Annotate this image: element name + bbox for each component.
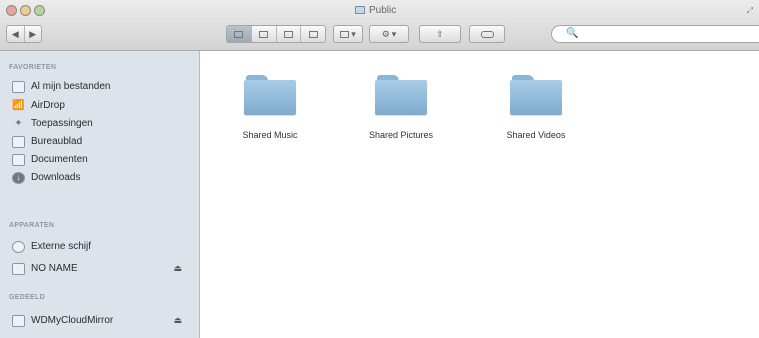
sidebar-item-label: AirDrop (31, 100, 65, 111)
sidebar-item-label: Downloads (31, 172, 81, 183)
chevron-down-icon: ▾ (391, 28, 397, 39)
sidebar-item-label: Externe schijf (31, 241, 92, 252)
folder-item[interactable]: Shared Videos (476, 69, 596, 149)
eject-icon[interactable]: ⏏ (173, 263, 182, 274)
folder-icon (510, 75, 562, 115)
disk-icon (12, 240, 25, 253)
back-forward-control: ◀ ▶ (6, 25, 42, 43)
window-title-text: Public (369, 4, 397, 16)
arrange-icon (340, 30, 350, 38)
folder-item[interactable]: Shared Music (210, 69, 330, 149)
action-button[interactable]: ⚙ ▾ (369, 25, 409, 43)
share-icon: ⇧ (436, 28, 444, 39)
sidebar-item-no-name[interactable]: NO NAME ⏏ (8, 260, 194, 277)
view-switcher (226, 25, 326, 43)
folder-icon (244, 75, 296, 115)
column-view-icon (283, 30, 293, 38)
sidebar-item-label: Documenten (31, 154, 88, 165)
list-view-button[interactable] (252, 26, 277, 42)
sidebar-item-label: Toepassingen (31, 118, 93, 129)
sidebar-item-label: Al mijn bestanden (31, 81, 111, 92)
sidebar-item-documents[interactable]: Documenten (8, 151, 194, 168)
folder-name: Shared Pictures (368, 130, 434, 140)
eject-icon[interactable]: ⏏ (173, 315, 182, 326)
coverflow-view-button[interactable] (301, 26, 325, 42)
share-button[interactable]: ⇧ (419, 25, 461, 43)
sidebar-section-shared: GEDEELD (9, 294, 45, 301)
file-browser: Shared Music Shared Pictures Shared Vide… (200, 51, 759, 338)
arrange-button[interactable]: ▾ (333, 25, 363, 43)
drive-icon (12, 262, 25, 275)
forward-arrow-icon: ▶ (29, 28, 37, 39)
folder-icon (375, 75, 427, 115)
coverflow-view-icon (308, 30, 318, 38)
edit-tags-button[interactable] (469, 25, 505, 43)
folder-item[interactable]: Shared Pictures (341, 69, 461, 149)
documents-icon (12, 153, 25, 166)
icon-view-icon (234, 30, 244, 38)
downloads-icon: ↓ (12, 171, 25, 184)
sidebar: FAVORIETEN Al mijn bestanden 📶 AirDrop ✦… (0, 51, 200, 338)
sidebar-item-desktop[interactable]: Bureaublad (8, 133, 194, 150)
folder-name: Shared Music (242, 130, 298, 140)
sidebar-item-wdmycloudmirror[interactable]: WDMyCloudMirror ⏏ (8, 312, 194, 329)
sidebar-item-label: Bureaublad (31, 136, 83, 147)
back-arrow-icon: ◀ (11, 28, 19, 39)
search-icon: 🔍 (566, 28, 579, 39)
gear-icon: ⚙ (381, 28, 390, 39)
search-input[interactable] (580, 27, 754, 43)
sidebar-section-devices: APPARATEN (9, 222, 55, 229)
tag-icon (480, 30, 494, 38)
sidebar-item-downloads[interactable]: ↓ Downloads (8, 169, 194, 186)
forward-button[interactable]: ▶ (25, 26, 42, 42)
minimize-button[interactable] (20, 5, 31, 16)
folder-icon (355, 6, 365, 14)
sidebar-section-favorites: FAVORIETEN (9, 64, 57, 71)
sidebar-item-external-disk[interactable]: Externe schijf (8, 238, 194, 255)
sidebar-item-airdrop[interactable]: 📶 AirDrop (8, 97, 194, 114)
airdrop-icon: 📶 (12, 100, 25, 111)
network-drive-icon (12, 314, 25, 327)
fullscreen-icon[interactable]: ⤢ (747, 6, 753, 16)
sidebar-item-all-my-files[interactable]: Al mijn bestanden (8, 78, 194, 95)
back-button[interactable]: ◀ (7, 26, 25, 42)
sidebar-item-label: NO NAME (31, 263, 78, 274)
column-view-button[interactable] (277, 26, 302, 42)
sidebar-item-label: WDMyCloudMirror (31, 315, 114, 326)
window-title: Public (355, 3, 396, 17)
folder-name: Shared Videos (506, 130, 566, 140)
all-files-icon (12, 80, 25, 93)
icon-view-button[interactable] (227, 26, 252, 42)
applications-icon: ✦ (14, 118, 23, 129)
list-view-icon (259, 30, 269, 38)
zoom-button[interactable] (34, 5, 45, 16)
chevron-down-icon: ▾ (351, 28, 356, 39)
finder-window: Public ⤢ ◀ ▶ ▾ ⚙ ▾ ⇧ 🔍 FAVORIETEN Al mij… (0, 0, 759, 338)
close-button[interactable] (6, 5, 17, 16)
search-field[interactable]: 🔍 (551, 25, 759, 43)
desktop-icon (12, 135, 25, 148)
title-bar: Public ⤢ ◀ ▶ ▾ ⚙ ▾ ⇧ 🔍 (0, 0, 759, 51)
sidebar-item-applications[interactable]: ✦ Toepassingen (8, 115, 194, 132)
